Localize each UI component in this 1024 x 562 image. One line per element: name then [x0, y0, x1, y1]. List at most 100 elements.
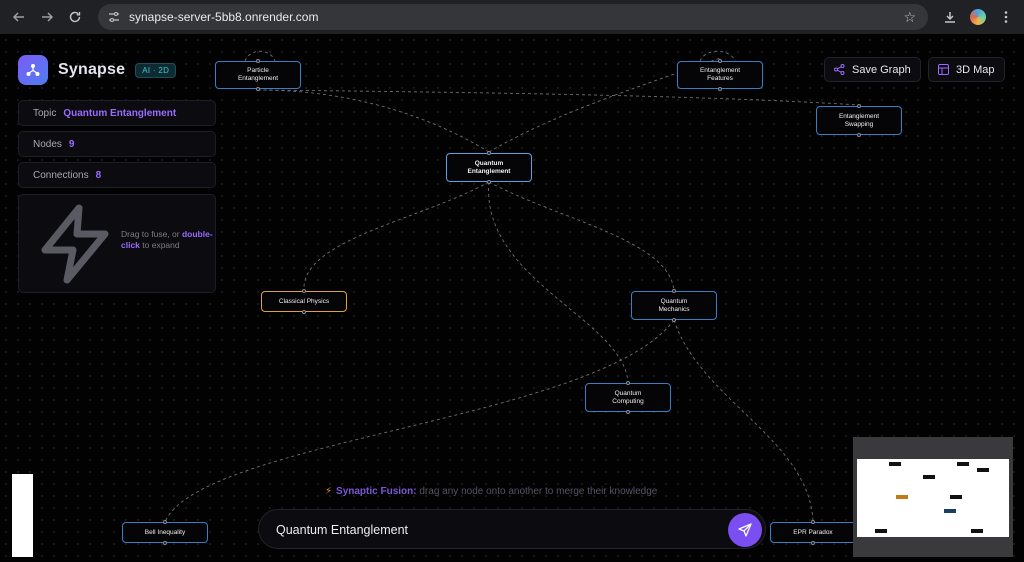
arrow-right-icon — [42, 12, 54, 22]
node-label-line2: Entanglement — [237, 75, 279, 82]
node-label-line2: Computing — [612, 397, 644, 405]
node-quantum-computing[interactable]: Quantum Computing — [585, 381, 671, 414]
minimap-node — [977, 468, 989, 472]
node-handle-top[interactable] — [302, 289, 306, 293]
node-handle-top[interactable] — [718, 59, 722, 63]
fusion-title: Synaptic Fusion: — [336, 486, 417, 497]
node-label-line1: Quantum — [614, 389, 642, 397]
star-icon[interactable]: ☆ — [903, 9, 916, 26]
send-button[interactable] — [728, 513, 762, 547]
nodes-label: Nodes — [33, 138, 62, 150]
node-entanglement-features[interactable]: Entanglement Features — [677, 59, 763, 91]
node-label-line1: Quantum — [474, 159, 504, 167]
node-handle-bottom[interactable] — [487, 180, 491, 184]
minimap-node — [923, 475, 935, 479]
node-label-line1: Entanglement — [838, 112, 880, 120]
browser-toolbar: synapse-server-5bb8.onrender.com ☆ — [0, 0, 1024, 34]
save-graph-button[interactable]: Save Graph — [824, 57, 921, 82]
3d-map-button[interactable]: 3D Map — [928, 57, 1005, 82]
node-handle-top[interactable] — [163, 520, 167, 524]
node-quantum-entanglement[interactable]: Quantum Entanglement — [446, 151, 532, 184]
node-classical-physics[interactable]: Classical Physics — [261, 289, 347, 314]
reload-icon — [69, 11, 81, 23]
node-particle-entanglement[interactable]: Particle Entanglement — [215, 59, 301, 91]
node-label-line2: Swapping — [844, 120, 874, 128]
minimap-node — [896, 495, 908, 499]
node-label-line2: Entanglement — [467, 167, 511, 175]
minimap-node — [957, 462, 969, 466]
share-icon — [834, 64, 845, 75]
kebab-menu-icon[interactable] — [992, 3, 1020, 31]
node-handle-top[interactable] — [672, 289, 676, 293]
node-handle-top[interactable] — [857, 104, 861, 108]
node-epr-paradox[interactable]: EPR Paradox — [770, 520, 856, 545]
nodes-stat: Nodes 9 — [18, 131, 216, 157]
node-handle-bottom[interactable] — [857, 133, 861, 137]
3d-map-label: 3D Map — [956, 63, 995, 76]
node-handle-top[interactable] — [626, 381, 630, 385]
connections-value: 8 — [95, 169, 102, 181]
connections-label: Connections — [33, 169, 89, 181]
synaptic-fusion-hint: ⚡ Synaptic Fusion: drag any node onto ano… — [325, 486, 657, 497]
node-label-line2: Mechanics — [658, 305, 690, 313]
tune-icon[interactable] — [107, 10, 121, 24]
minimap-node — [944, 509, 956, 513]
node-handle-bottom[interactable] — [626, 410, 630, 414]
minimap-node — [971, 529, 983, 533]
app-brand: Synapse AI · 2D — [18, 55, 177, 85]
topic-input-bar — [258, 509, 766, 549]
forward-button[interactable] — [33, 3, 61, 31]
node-handle-bottom[interactable] — [672, 318, 676, 322]
save-graph-label: Save Graph — [852, 63, 911, 76]
lightning-icon — [41, 204, 109, 284]
hint-suffix: to expand — [142, 240, 180, 250]
node-label-line1: Classical Physics — [278, 297, 330, 305]
node-label-line1: Entanglement — [699, 67, 741, 74]
hint-prefix: Drag to fuse, or — [121, 229, 180, 239]
minimap-node — [889, 462, 901, 466]
reload-button[interactable] — [61, 3, 89, 31]
node-handle-top[interactable] — [256, 59, 260, 63]
node-label-line1: Particle — [247, 67, 269, 74]
back-button[interactable] — [5, 3, 33, 31]
lightning-small-icon: ⚡ — [325, 486, 333, 497]
side-panel-strip — [12, 474, 33, 557]
node-label-line1: EPR Paradox — [793, 528, 833, 536]
node-handle-bottom[interactable] — [256, 87, 260, 91]
synapse-logo-icon — [18, 55, 48, 85]
profile-avatar[interactable] — [964, 3, 992, 31]
node-entanglement-swapping[interactable]: Entanglement Swapping — [816, 104, 902, 137]
avatar — [970, 9, 986, 25]
fuse-hint-card: Drag to fuse, or double-click to expand — [18, 194, 216, 293]
send-icon — [738, 523, 752, 537]
url-text: synapse-server-5bb8.onrender.com — [129, 10, 319, 24]
connections-stat: Connections 8 — [18, 162, 216, 188]
minimap-node — [875, 529, 887, 533]
node-handle-bottom[interactable] — [718, 87, 722, 91]
node-handle-bottom[interactable] — [302, 310, 306, 314]
minimap-node — [950, 495, 962, 499]
fusion-text: drag any node onto another to merge thei… — [419, 486, 658, 497]
node-handle-top[interactable] — [487, 151, 491, 155]
node-label-line2: Features — [707, 75, 733, 82]
mode-badge: AI · 2D — [135, 62, 177, 78]
map-grid-icon — [938, 64, 949, 75]
node-label-line1: Quantum — [660, 297, 688, 305]
node-handle-bottom[interactable] — [811, 541, 815, 545]
node-bell-inequality[interactable]: Bell Inequality — [122, 520, 208, 545]
arrow-left-icon — [12, 12, 24, 22]
address-bar[interactable]: synapse-server-5bb8.onrender.com ☆ — [98, 4, 928, 30]
node-handle-bottom[interactable] — [163, 541, 167, 545]
nodes-value: 9 — [68, 138, 75, 150]
topic-value: Quantum Entanglement — [63, 107, 177, 119]
fuse-hint-text: Drag to fuse, or double-click to expand — [121, 229, 213, 251]
app-name: Synapse — [58, 61, 126, 78]
topic-input[interactable] — [276, 520, 716, 540]
minimap-viewport[interactable] — [857, 459, 1009, 537]
node-quantum-mechanics[interactable]: Quantum Mechanics — [631, 289, 717, 322]
download-icon[interactable] — [936, 3, 964, 31]
minimap[interactable] — [853, 437, 1013, 557]
topic-stat: Topic Quantum Entanglement — [18, 100, 216, 126]
node-handle-top[interactable] — [811, 520, 815, 524]
node-label-line1: Bell Inequality — [144, 528, 186, 536]
